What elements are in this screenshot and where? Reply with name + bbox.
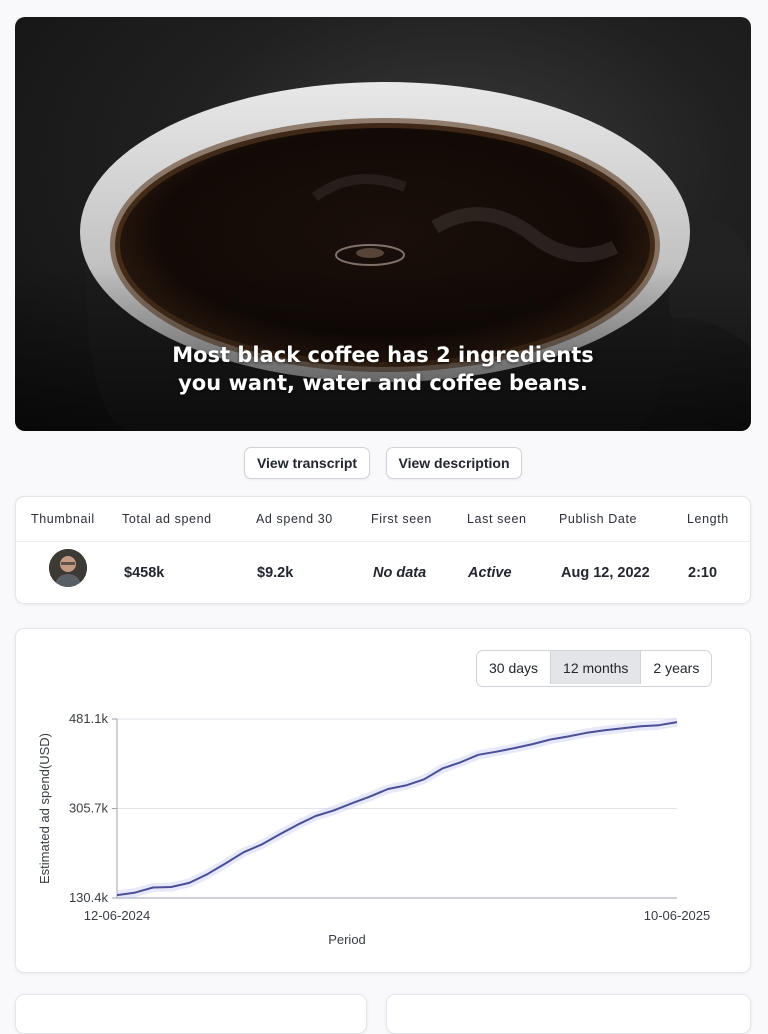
y-tick-label: 130.4k bbox=[69, 890, 109, 905]
x-tick-label: 10-06-2025 bbox=[644, 908, 711, 923]
ad-stats-table: Thumbnail Total ad spend Ad spend 30 Fir… bbox=[15, 496, 751, 604]
bottom-card-left bbox=[15, 994, 367, 1034]
view-description-button[interactable]: View description bbox=[386, 447, 522, 479]
ad-spend-chart-card: 30 days 12 months 2 years 130.4k305.7k48… bbox=[15, 628, 751, 973]
x-axis-title: Period bbox=[328, 932, 366, 947]
person-thumbnail-icon bbox=[49, 549, 87, 587]
header-publish-date: Publish Date bbox=[559, 512, 637, 526]
y-tick-label: 305.7k bbox=[69, 801, 109, 816]
header-last-seen: Last seen bbox=[467, 512, 527, 526]
header-thumbnail: Thumbnail bbox=[31, 512, 95, 526]
header-ad-spend-30: Ad spend 30 bbox=[256, 512, 333, 526]
y-tick-label: 481.1k bbox=[69, 711, 109, 726]
header-first-seen: First seen bbox=[371, 512, 432, 526]
thumbnail-avatar[interactable] bbox=[49, 549, 87, 587]
caption-line-1: Most black coffee has 2 ingredients bbox=[15, 341, 751, 369]
table-header: Thumbnail Total ad spend Ad spend 30 Fir… bbox=[16, 497, 750, 542]
total-ad-spend-value: $458k bbox=[124, 565, 164, 581]
publish-date-value: Aug 12, 2022 bbox=[561, 565, 650, 581]
ad-spend-line-chart: 130.4k 305.7k 481.1k 12-06-2024 10-06-2025 Pe… bbox=[16, 629, 750, 972]
first-seen-value: No data bbox=[373, 565, 426, 581]
video-caption: Most black coffee has 2 ingredients you … bbox=[15, 341, 751, 397]
y-axis-title: Estimated ad spend(USD) bbox=[37, 733, 52, 884]
header-length: Length bbox=[687, 512, 729, 526]
ad-spend-30-value: $9.2k bbox=[257, 565, 293, 581]
video-player[interactable]: Most black coffee has 2 ingredients you … bbox=[15, 17, 751, 431]
last-seen-value: Active bbox=[468, 565, 512, 581]
header-total-ad-spend: Total ad spend bbox=[122, 512, 212, 526]
caption-line-2: you want, water and coffee beans. bbox=[15, 369, 751, 397]
bottom-card-right bbox=[386, 994, 751, 1034]
view-transcript-button[interactable]: View transcript bbox=[244, 447, 370, 479]
x-tick-label: 12-06-2024 bbox=[84, 908, 151, 923]
length-value: 2:10 bbox=[688, 565, 717, 581]
